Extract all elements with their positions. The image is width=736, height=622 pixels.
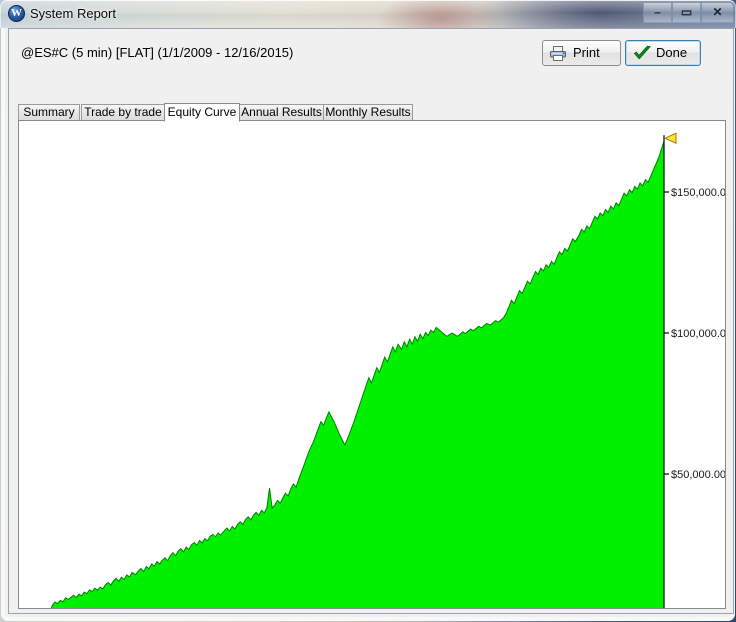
equity-curve-chart: $50,000.00$100,000.00$150,000.00 2010201… [19, 121, 725, 608]
report-panel: @ES#C (5 min) [FLAT] (1/1/2009 - 12/16/2… [8, 28, 734, 614]
done-button-label: Done [656, 45, 688, 60]
y-axis-tick-label: $100,000.00 [671, 328, 725, 340]
tab-label: Trade by trade [84, 105, 162, 119]
report-title: @ES#C (5 min) [FLAT] (1/1/2009 - 12/16/2… [21, 45, 294, 60]
maximize-button[interactable]: ▭ [672, 2, 701, 23]
tab-label: Equity Curve [167, 105, 237, 119]
window-titlebar[interactable]: W System Report – ▭ ✕ [0, 0, 736, 28]
minimize-icon: – [654, 5, 661, 19]
maximize-icon: ▭ [680, 5, 693, 19]
system-report-window: W System Report – ▭ ✕ @ES#C (5 min) [FLA… [0, 0, 736, 622]
print-button[interactable]: Print [542, 40, 621, 66]
window-title: System Report [30, 6, 116, 21]
close-icon: ✕ [712, 5, 723, 19]
tab-summary[interactable]: Summary [18, 104, 80, 121]
minimize-button[interactable]: – [643, 2, 672, 23]
done-button[interactable]: Done [625, 40, 701, 66]
window-client-area: @ES#C (5 min) [FLAT] (1/1/2009 - 12/16/2… [1, 28, 735, 621]
tab-trade-by-trade[interactable]: Trade by trade [81, 104, 165, 121]
tab-equity-curve[interactable]: Equity Curve [164, 103, 240, 122]
checkmark-icon [633, 45, 652, 62]
printer-icon [550, 46, 567, 61]
tab-annual-results[interactable]: Annual Results [239, 104, 324, 121]
y-axis-tick-label: $150,000.00 [671, 187, 725, 199]
tab-label: Annual Results [241, 105, 322, 119]
y-axis-tick-label: $50,000.00 [671, 469, 725, 481]
tab-label: Monthly Results [325, 105, 411, 119]
report-tabstrip: Summary Trade by trade Equity Curve Annual … [18, 103, 726, 122]
print-button-label: Print [573, 45, 600, 60]
equity-curve-chart-panel[interactable]: $50,000.00$100,000.00$150,000.00 2010201… [18, 120, 726, 609]
close-button[interactable]: ✕ [701, 2, 734, 23]
wealth-lab-w-icon: W [8, 5, 25, 22]
tab-label: Summary [23, 105, 75, 119]
tab-monthly-results[interactable]: Monthly Results [323, 104, 413, 121]
